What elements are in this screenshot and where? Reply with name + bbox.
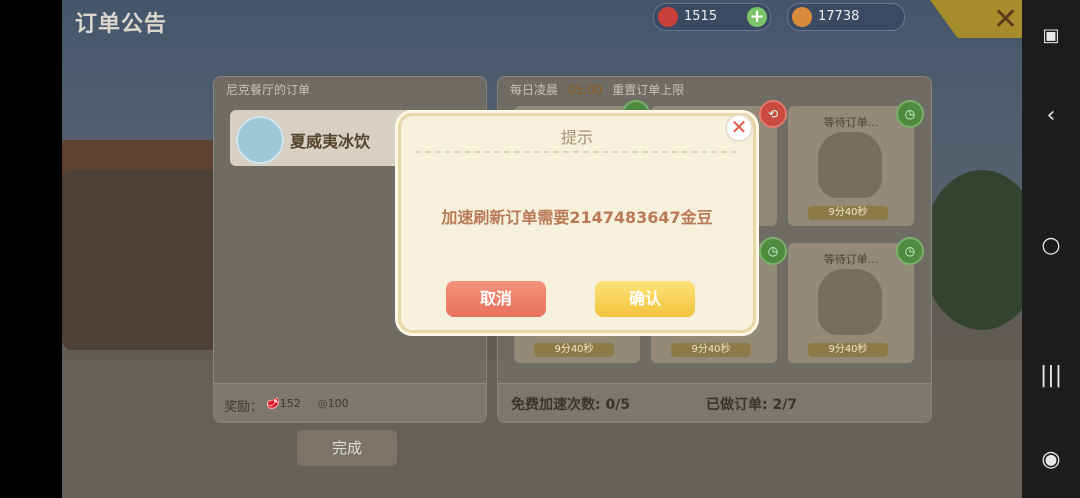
dialog-message: 加速刷新订单需要2147483647金豆 bbox=[441, 208, 713, 227]
refresh-icon[interactable]: ⟲ bbox=[759, 100, 787, 128]
orders-done-label: 已做订单: bbox=[706, 397, 768, 413]
clock-icon: ◷ bbox=[759, 237, 787, 265]
ticket-timer: 9分40秒 bbox=[808, 343, 888, 357]
dialog-title: 提示 bbox=[560, 128, 593, 147]
cancel-button[interactable]: 取消 bbox=[446, 281, 546, 317]
reward-b-value: 100 bbox=[327, 397, 349, 410]
dialog-close-icon[interactable]: ✕ bbox=[725, 114, 753, 142]
reset-time: 05:00 bbox=[567, 83, 603, 97]
done-button[interactable]: 完成 bbox=[297, 430, 397, 466]
gold-bean-icon bbox=[792, 7, 812, 27]
order-item-name: 夏威夷冰饮 bbox=[290, 132, 371, 151]
red-gem-icon bbox=[658, 7, 678, 27]
screenshot-icon[interactable]: ▣ bbox=[1022, 16, 1080, 56]
orders-done-value: 2/7 bbox=[772, 397, 798, 413]
reward-coin: ◎100 bbox=[318, 397, 349, 410]
left-black-bar bbox=[0, 0, 62, 498]
reset-prefix: 每日凌晨 bbox=[510, 83, 559, 97]
delivery-scooter-icon bbox=[818, 269, 882, 335]
order-ticket[interactable]: 等待订单... 9分40秒 bbox=[788, 243, 914, 363]
reset-suffix: 重置订单上限 bbox=[612, 83, 685, 97]
back-icon[interactable]: ‹ bbox=[1022, 96, 1080, 136]
home-icon[interactable]: ○ bbox=[1022, 226, 1080, 266]
gold-currency-pill: 17738 bbox=[787, 3, 905, 31]
clock-icon: ◷ bbox=[896, 100, 924, 128]
confirm-button[interactable]: 确认 bbox=[595, 281, 695, 317]
reward-bar: 奖励： 🥩152 ◎100 bbox=[214, 383, 486, 422]
order-ticket[interactable]: 等待订单... 9分40秒 bbox=[788, 106, 914, 226]
drink-icon bbox=[236, 116, 284, 164]
reward-a-value: 152 bbox=[279, 397, 301, 410]
free-speedups: 免费加速次数: 0/5 bbox=[511, 394, 630, 414]
clock-icon: ◷ bbox=[896, 237, 924, 265]
reward-label: 奖励： bbox=[224, 400, 264, 415]
reward-meat: 🥩152 bbox=[266, 397, 301, 410]
red-currency-value: 1515 bbox=[684, 9, 718, 24]
free-speedups-label: 免费加速次数: bbox=[511, 397, 601, 413]
gold-currency-value: 17738 bbox=[818, 9, 860, 24]
ticket-timer: 9分40秒 bbox=[671, 343, 751, 357]
reset-notice: 每日凌晨 05:00 重置订单上限 bbox=[510, 81, 684, 98]
delivery-scooter-icon bbox=[818, 132, 882, 198]
panel-heading: 尼克餐厅的订单 bbox=[226, 83, 311, 97]
ticket-timer: 9分40秒 bbox=[534, 343, 614, 357]
game-tools-icon[interactable]: ◉ bbox=[1022, 440, 1080, 480]
waiting-label: 等待订单... bbox=[823, 253, 879, 266]
orders-done: 已做订单: 2/7 bbox=[706, 394, 797, 414]
red-currency-pill: 1515 + bbox=[653, 3, 771, 31]
recents-icon[interactable]: ||| bbox=[1022, 356, 1080, 396]
page-title: 订单公告 bbox=[75, 12, 168, 37]
waiting-label: 等待订单... bbox=[823, 116, 879, 129]
dialog-divider bbox=[415, 151, 737, 153]
free-speedups-value: 0/5 bbox=[605, 397, 631, 413]
add-currency-button[interactable]: + bbox=[747, 7, 767, 27]
ticket-timer: 9分40秒 bbox=[808, 206, 888, 220]
system-nav-bar: ▣ ‹ ○ ||| ◉ bbox=[1022, 0, 1080, 498]
close-icon[interactable]: ✕ bbox=[993, 2, 1018, 37]
